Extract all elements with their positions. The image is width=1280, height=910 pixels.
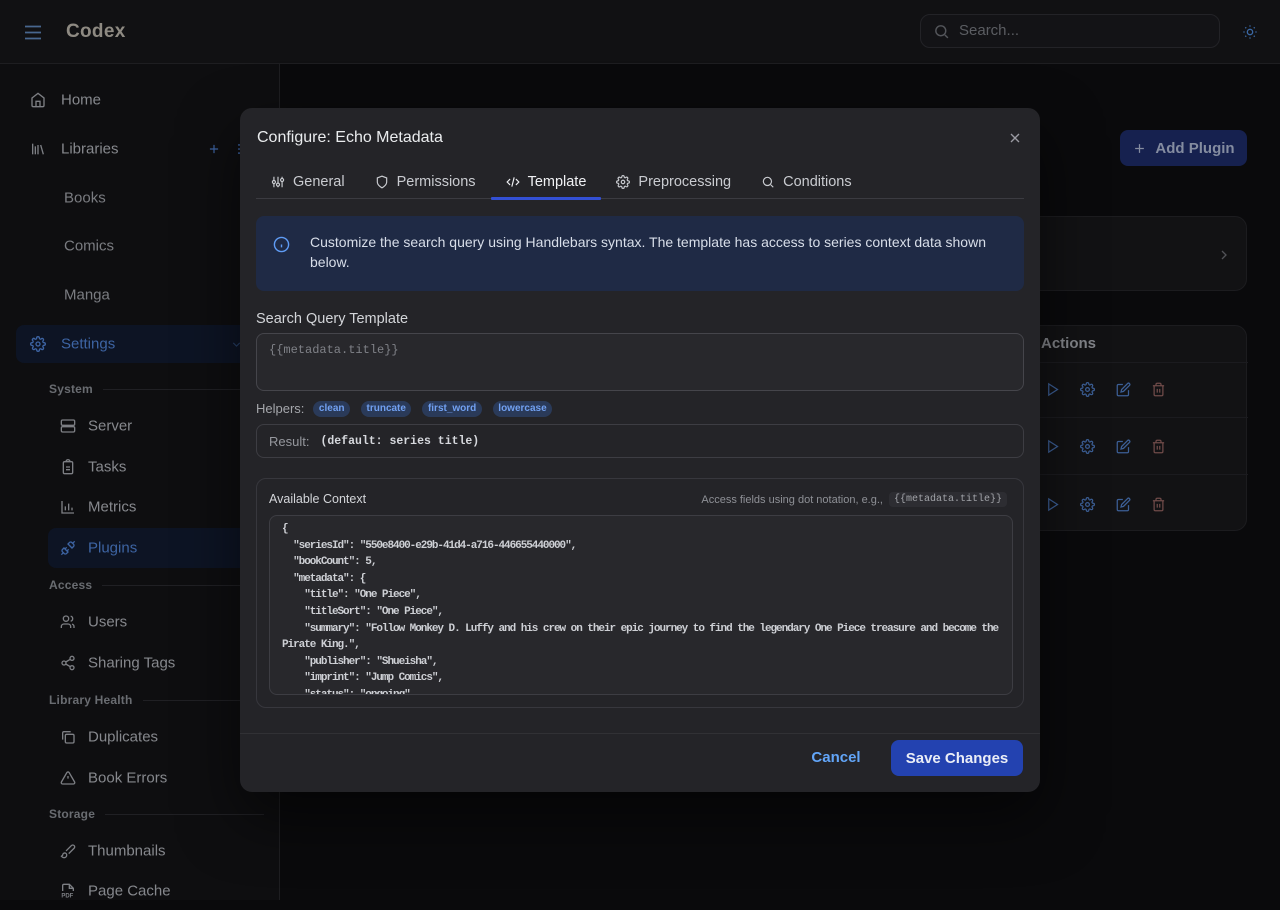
svg-text:PDF: PDF [61,894,73,899]
